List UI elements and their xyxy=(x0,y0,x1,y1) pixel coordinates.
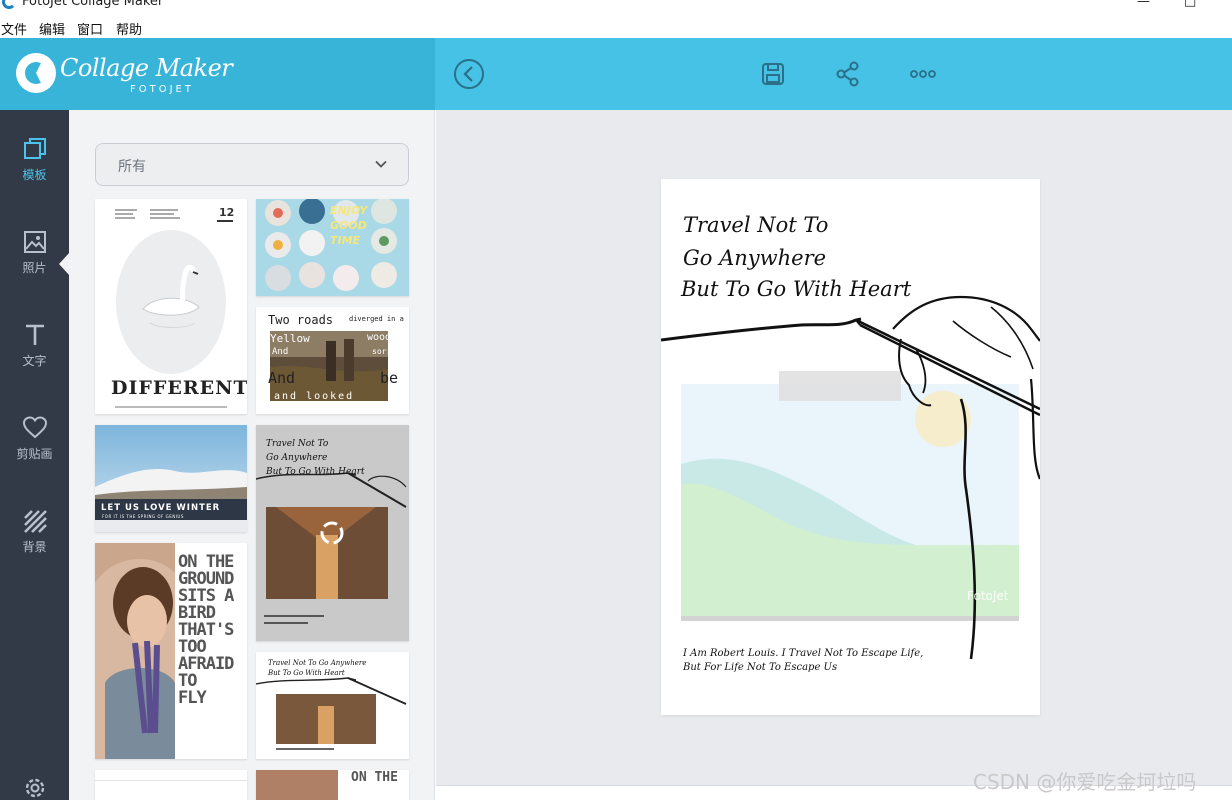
back-icon xyxy=(454,59,484,89)
partial-left-preview xyxy=(95,770,247,800)
more-icon xyxy=(910,70,936,78)
travel-line: Travel Not To xyxy=(266,439,329,449)
menu-bar: 文件 编辑 窗口 帮助 xyxy=(0,16,1232,38)
enjoy-line: ENJOY xyxy=(330,204,368,217)
heart-icon xyxy=(22,416,47,439)
maximize-icon[interactable]: □ xyxy=(1184,0,1196,9)
sidebar-item-text[interactable]: 文字 xyxy=(0,322,69,388)
roads-line: wood xyxy=(367,332,392,343)
collage-caption-2: But For Life Not To Escape Us xyxy=(683,662,838,673)
roads-line: and looked xyxy=(274,391,355,402)
collage-photo-label: FotoJet xyxy=(967,589,1009,603)
girl-poem: ON THE GROUND SITS A BIRD THAT'S TOO AFR… xyxy=(178,554,234,708)
menu-window[interactable]: 窗口 xyxy=(77,19,103,38)
roads-line: sorry xyxy=(372,347,397,356)
roads-line: Yellow xyxy=(270,332,310,345)
share-button[interactable] xyxy=(830,56,866,92)
template-travel-hand-2[interactable]: Travel Not To Go Anywhere But To Go With… xyxy=(256,652,409,759)
template-partial-right[interactable]: ON THE xyxy=(256,770,409,800)
sidebar-label-text: 文字 xyxy=(22,354,47,368)
travel2-line: But To Go With Heart xyxy=(268,669,345,677)
roads-line: diverged in a xyxy=(349,315,404,323)
travel2-line: Travel Not To Go Anywhere xyxy=(268,659,367,667)
travel-line: Go Anywhere xyxy=(266,453,328,463)
brand-header: Collage Maker FOTOJET xyxy=(0,38,435,110)
menu-help[interactable]: 帮助 xyxy=(116,19,142,38)
partial-text: ON THE xyxy=(351,770,398,785)
enjoy-text: ENJOY GOOD TIME xyxy=(330,203,367,248)
winter-title: LET US LOVE WINTER xyxy=(101,503,221,513)
sidebar-label-clipart: 剪贴画 xyxy=(16,447,53,461)
menu-file[interactable]: 文件 xyxy=(1,19,27,38)
save-button[interactable] xyxy=(755,56,791,92)
sidebar-item-templates[interactable]: 模板 xyxy=(0,136,69,202)
roads-line: And xyxy=(268,369,296,387)
text-icon xyxy=(25,324,44,345)
template-two-roads[interactable]: Two roads diverged in a Yellow wood And … xyxy=(256,307,409,414)
template-icon xyxy=(23,138,46,159)
template-swan[interactable]: DIFFERENT 12 xyxy=(95,199,247,414)
toolbar xyxy=(435,38,1232,110)
sidebar-label-background: 背景 xyxy=(22,540,47,554)
save-icon xyxy=(762,63,784,85)
menu-edit[interactable]: 编辑 xyxy=(39,19,65,38)
app-logo-icon xyxy=(2,0,16,9)
roads-line: be xyxy=(380,369,399,387)
collage-canvas[interactable]: Travel Not To Go Anywhere But To Go With… xyxy=(661,179,1040,715)
roads-line: And xyxy=(272,347,289,357)
window-titlebar: FotoJet Collage Maker — □ xyxy=(0,0,1232,16)
share-icon xyxy=(836,61,859,87)
swan-day: 12 xyxy=(219,206,235,219)
watermark: CSDN @你爱吃金坷垃吗 xyxy=(973,770,1197,794)
window-title: FotoJet Collage Maker xyxy=(22,0,164,9)
template-partial-left[interactable] xyxy=(95,770,247,800)
tool-sidebar: 模板 照片 文字 剪贴画 背景 xyxy=(0,110,70,800)
settings-button[interactable] xyxy=(0,775,69,800)
category-value: 所有 xyxy=(118,159,146,175)
template-girl-flowers[interactable]: ON THE GROUND SITS A BIRD THAT'S TOO AFR… xyxy=(95,543,247,759)
collage-title-line-2: Go Anywhere xyxy=(683,246,827,270)
template-winter[interactable]: LET US LOVE WINTER FOR IT IS THE SPRING … xyxy=(95,425,247,532)
more-button[interactable] xyxy=(905,56,941,92)
back-button[interactable] xyxy=(451,56,487,92)
template-travel-hand[interactable]: Travel Not To Go Anywhere But To Go With… xyxy=(256,425,409,641)
collage-title-line-3: But To Go With Heart xyxy=(681,277,912,301)
background-icon xyxy=(23,510,47,533)
collage-caption-1: I Am Robert Louis. I Travel Not To Escap… xyxy=(683,648,924,659)
brand-sub: FOTOJET xyxy=(130,84,194,95)
minimize-icon[interactable]: — xyxy=(1137,0,1150,9)
enjoy-line: GOOD xyxy=(330,219,367,232)
photo-icon xyxy=(23,231,46,253)
enjoy-line: TIME xyxy=(330,234,361,247)
gear-icon xyxy=(25,778,44,798)
collage-maker-logo-icon xyxy=(16,53,56,93)
template-panel: 所有 DIFFERENT 12 ENJOY GOOD TIME Two road… xyxy=(69,110,435,800)
sidebar-item-background[interactable]: 背景 xyxy=(0,508,69,574)
category-dropdown[interactable]: 所有 xyxy=(95,143,409,186)
sidebar-label-templates: 模板 xyxy=(22,168,47,182)
roads-line: Two roads xyxy=(268,313,334,327)
travel-line: But To Go With Heart xyxy=(266,467,365,477)
sidebar-item-clipart[interactable]: 剪贴画 xyxy=(0,415,69,481)
winter-sub: FOR IT IS THE SPRING OF GENIUS xyxy=(102,514,184,519)
template-enjoy-good-time[interactable]: ENJOY GOOD TIME xyxy=(256,199,409,296)
girl-line: FLY xyxy=(178,688,207,708)
collage-title-line-1: Travel Not To xyxy=(683,213,829,237)
chevron-down-icon xyxy=(375,160,387,168)
brand-name: Collage Maker xyxy=(60,54,233,82)
swan-title: DIFFERENT xyxy=(111,377,247,399)
